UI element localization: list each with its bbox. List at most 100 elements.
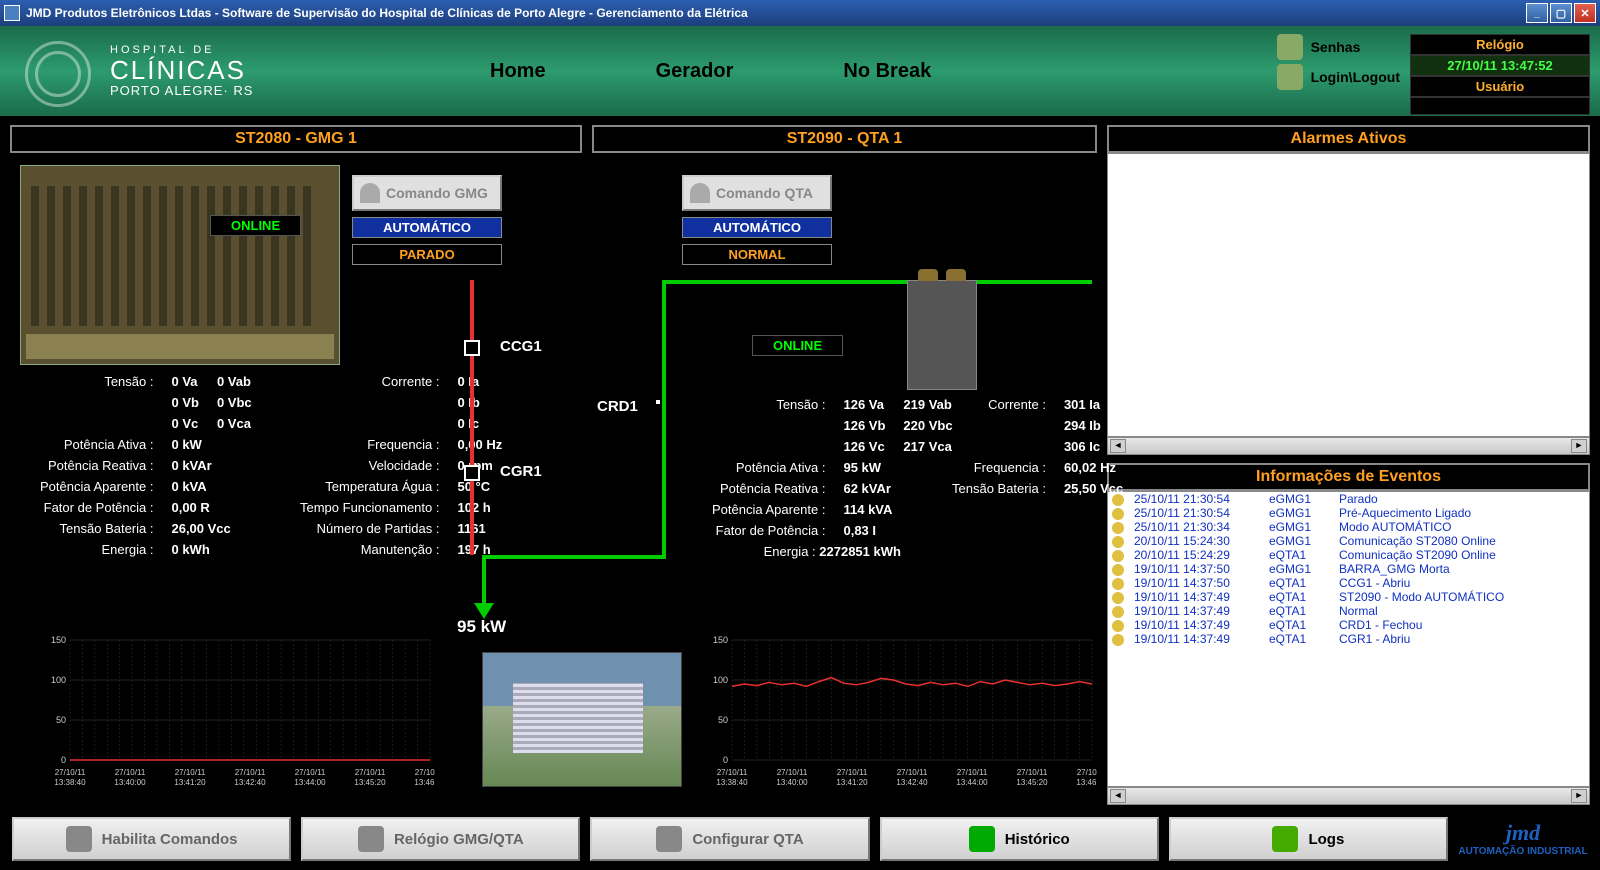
clock-icon	[358, 826, 384, 852]
svg-text:13:41:20: 13:41:20	[836, 778, 868, 787]
person-icon	[690, 183, 710, 203]
events-title: Informações de Eventos	[1107, 463, 1590, 491]
label-cgr1: CGR1	[500, 463, 542, 480]
clock-panel: Relógio 27/10/11 13:47:52 Usuário	[1410, 34, 1590, 115]
app-header: HOSPITAL DE CLÍNICAS PORTO ALEGRE· RS Ho…	[0, 26, 1600, 116]
breaker-cgr1	[464, 465, 480, 481]
gear-icon	[656, 826, 682, 852]
svg-text:13:41:20: 13:41:20	[174, 778, 206, 787]
svg-text:13:46:40: 13:46:40	[1076, 778, 1097, 787]
line-crd	[662, 280, 666, 555]
comando-gmg-button[interactable]: Comando GMG	[352, 175, 502, 211]
logs-icon	[1272, 826, 1298, 852]
event-row[interactable]: 19/10/11 14:37:49eQTA1CGR1 - Abriu	[1108, 632, 1589, 646]
clock-value: 27/10/11 13:47:52	[1410, 55, 1590, 76]
st2090-data-right: Corrente :301 Ia 294 Ib 306 Ic Frequenci…	[942, 393, 1133, 500]
line-top	[662, 280, 1092, 284]
event-row[interactable]: 25/10/11 21:30:54eGMG1Pré-Aquecimento Li…	[1108, 506, 1589, 520]
relogio-gmg-qta-button[interactable]: Relógio GMG/QTA	[301, 817, 580, 861]
svg-text:13:38:40: 13:38:40	[716, 778, 748, 787]
comando-qta-button[interactable]: Comando QTA	[682, 175, 832, 211]
app-icon	[4, 5, 20, 21]
svg-text:27/10/11: 27/10/11	[1017, 768, 1048, 777]
historico-button[interactable]: Histórico	[880, 817, 1159, 861]
svg-text:27/10/11: 27/10/11	[175, 768, 206, 777]
nav-home[interactable]: Home	[490, 60, 546, 83]
electrical-diagram-left: CCG1 CGR1	[440, 280, 580, 700]
event-icon	[1112, 578, 1124, 590]
events-list[interactable]: 25/10/11 21:30:54eGMG1Parado25/10/11 21:…	[1107, 491, 1590, 787]
st2080-state: PARADO	[352, 244, 502, 265]
window-titlebar: JMD Produtos Eletrônicos Ltdas - Softwar…	[0, 0, 1600, 26]
event-icon	[1112, 592, 1124, 604]
alarms-panel: Alarmes Ativos ◄►	[1107, 125, 1590, 455]
label-crd1: CRD1	[597, 398, 638, 415]
configurar-qta-button[interactable]: Configurar QTA	[590, 817, 869, 861]
login-logout-button[interactable]: Login\Logout	[1277, 64, 1400, 90]
svg-text:27/10/11: 27/10/11	[415, 768, 435, 777]
svg-text:13:40:00: 13:40:00	[776, 778, 808, 787]
chart-st2080: 05010015027/10/1113:38:4027/10/1113:40:0…	[40, 635, 435, 795]
user-value	[1410, 97, 1590, 115]
breaker-crd1	[656, 400, 660, 404]
event-row[interactable]: 19/10/11 14:37:49eQTA1Normal	[1108, 604, 1589, 618]
events-panel: Informações de Eventos 25/10/11 21:30:54…	[1107, 463, 1590, 805]
chart-icon	[969, 826, 995, 852]
event-row[interactable]: 25/10/11 21:30:54eGMG1Parado	[1108, 492, 1589, 506]
window-title: JMD Produtos Eletrônicos Ltdas - Softwar…	[26, 6, 748, 20]
hospital-logo-icon	[20, 36, 90, 106]
logs-button[interactable]: Logs	[1169, 817, 1448, 861]
event-row[interactable]: 19/10/11 14:37:49eQTA1CRD1 - Fechou	[1108, 618, 1589, 632]
nav-gerador[interactable]: Gerador	[656, 60, 734, 83]
svg-text:0: 0	[61, 755, 66, 765]
panel-st2090: ST2090 - QTA 1 Comando QTA AUTOMÁTICO NO…	[592, 125, 1097, 805]
svg-text:13:38:40: 13:38:40	[54, 778, 86, 787]
login-icon	[1277, 64, 1303, 90]
event-icon	[1112, 634, 1124, 646]
key-icon	[1277, 34, 1303, 60]
alarms-scrollbar[interactable]: ◄►	[1107, 437, 1590, 455]
event-icon	[1112, 522, 1124, 534]
svg-text:0: 0	[723, 755, 728, 765]
chart-st2090: 05010015027/10/1113:38:4027/10/1113:40:0…	[702, 635, 1097, 795]
event-row[interactable]: 25/10/11 21:30:34eGMG1Modo AUTOMÁTICO	[1108, 520, 1589, 534]
svg-text:13:45:20: 13:45:20	[1016, 778, 1048, 787]
senhas-button[interactable]: Senhas	[1277, 34, 1400, 60]
minimize-button[interactable]: _	[1526, 3, 1548, 23]
event-row[interactable]: 19/10/11 14:37:50eGMG1BARRA_GMG Morta	[1108, 562, 1589, 576]
event-row[interactable]: 20/10/11 15:24:29eQTA1Comunicação ST2090…	[1108, 548, 1589, 562]
habilita-comandos-button[interactable]: Habilita Comandos	[12, 817, 291, 861]
line-down	[482, 555, 486, 605]
transformer-image	[907, 280, 977, 390]
jmd-logo: jmdAUTOMAÇÃO INDUSTRIAL	[1458, 821, 1588, 856]
st2080-data-left: Tensão :0 Va0 Vab 0 Vb0 Vbc 0 Vc0 Vca Po…	[30, 370, 262, 561]
clock-label: Relógio	[1410, 34, 1590, 55]
event-icon	[1112, 606, 1124, 618]
breaker-ccg1	[464, 340, 480, 356]
svg-text:50: 50	[718, 715, 728, 725]
svg-text:13:44:00: 13:44:00	[956, 778, 988, 787]
alarms-list[interactable]	[1107, 153, 1590, 437]
svg-text:13:44:00: 13:44:00	[294, 778, 326, 787]
st2090-state: NORMAL	[682, 244, 832, 265]
key-icon	[66, 826, 92, 852]
st2090-data-left: Tensão :126 Va219 Vab 126 Vb220 Vbc 126 …	[702, 393, 963, 563]
maximize-button[interactable]: ▢	[1550, 3, 1572, 23]
close-button[interactable]: ✕	[1574, 3, 1596, 23]
event-row[interactable]: 19/10/11 14:37:50eQTA1CCG1 - Abriu	[1108, 576, 1589, 590]
generator-image	[20, 165, 340, 365]
svg-text:13:42:40: 13:42:40	[896, 778, 928, 787]
svg-text:13:46:40: 13:46:40	[414, 778, 435, 787]
svg-text:100: 100	[51, 675, 66, 685]
line-bottom	[482, 555, 666, 559]
svg-text:100: 100	[713, 675, 728, 685]
event-row[interactable]: 19/10/11 14:37:49eQTA1ST2090 - Modo AUTO…	[1108, 590, 1589, 604]
bottom-toolbar: Habilita Comandos Relógio GMG/QTA Config…	[12, 814, 1588, 864]
event-icon	[1112, 550, 1124, 562]
nav-nobreak[interactable]: No Break	[843, 60, 931, 83]
events-scrollbar[interactable]: ◄►	[1107, 787, 1590, 805]
person-icon	[360, 183, 380, 203]
event-row[interactable]: 20/10/11 15:24:30eGMG1Comunicação ST2080…	[1108, 534, 1589, 548]
svg-text:27/10/11: 27/10/11	[717, 768, 748, 777]
svg-text:27/10/11: 27/10/11	[295, 768, 326, 777]
